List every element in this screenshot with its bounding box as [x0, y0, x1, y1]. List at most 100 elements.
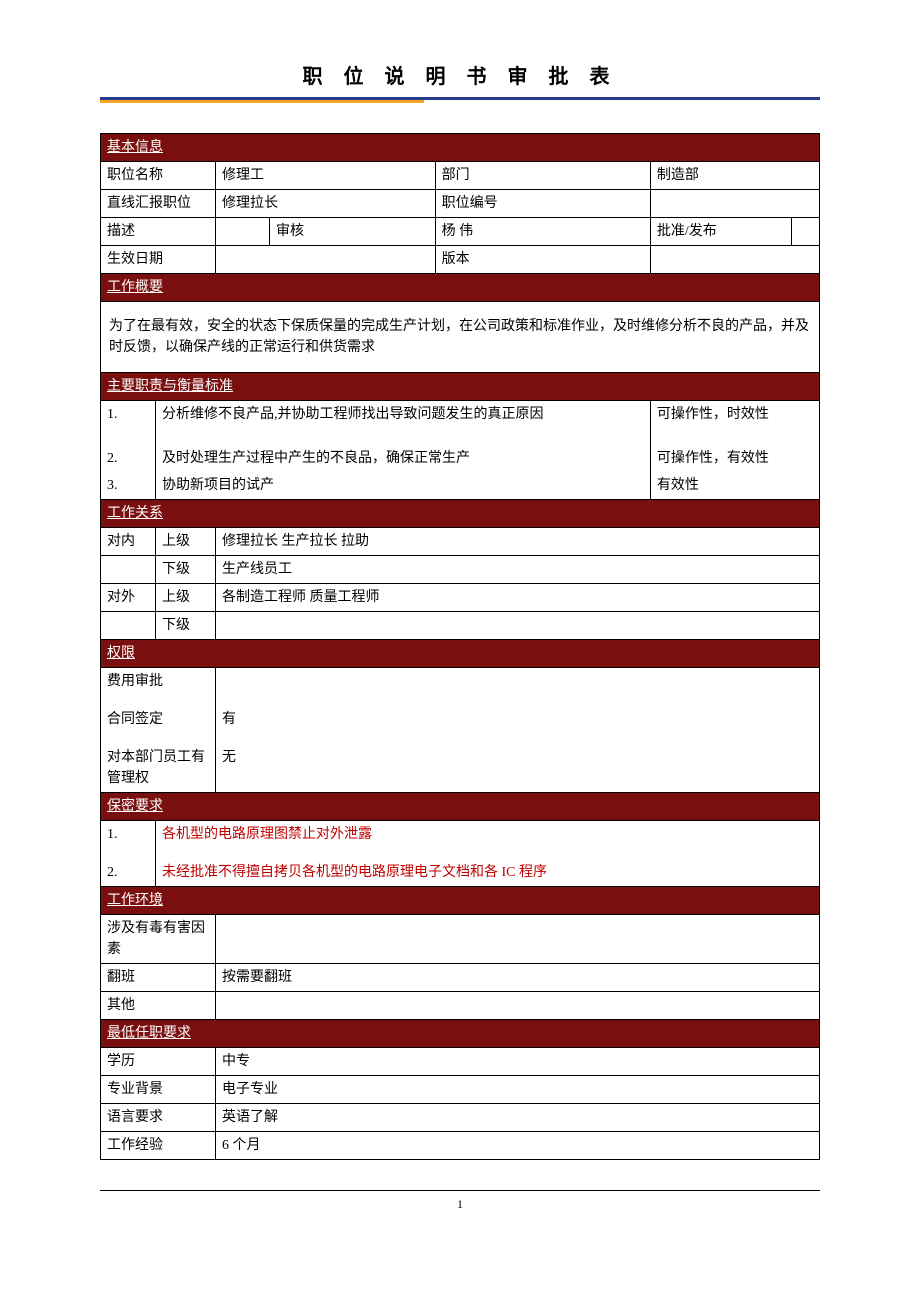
table-row: 下级: [101, 612, 820, 640]
resp-metric: 有效性: [650, 472, 819, 500]
conf-text: 各机型的电路原理图禁止对外泄露: [156, 821, 820, 849]
conf-text: 未经批准不得擅自拷贝各机型的电路原理电子文档和各 IC 程序: [156, 848, 820, 887]
section-header-resp: 主要职责与衡量标准: [101, 373, 820, 401]
table-row: 下级 生产线员工: [101, 556, 820, 584]
table-row: 合同签定 有: [101, 695, 820, 733]
divider-orange: [100, 100, 424, 103]
main-table: 基本信息 职位名称 修理工 部门 制造部 直线汇报职位 修理拉长 职位编号 描述…: [100, 133, 820, 1160]
label-effdate: 生效日期: [101, 246, 216, 274]
value-department: 制造部: [650, 162, 819, 190]
relation-subordinate: 下级: [156, 612, 216, 640]
table-row: 翻班 按需要翻班: [101, 964, 820, 992]
table-row: 语言要求 英语了解: [101, 1104, 820, 1132]
env-shift-label: 翻班: [101, 964, 216, 992]
value-posno: [650, 190, 819, 218]
value-effdate: [216, 246, 436, 274]
table-row: 专业背景 电子专业: [101, 1076, 820, 1104]
section-header-basic: 基本信息: [101, 134, 820, 162]
minreq-exp-value: 6 个月: [216, 1132, 820, 1160]
table-row: 1. 分析维修不良产品,并协助工程师找出导致问题发生的真正原因 可操作性，时效性: [101, 401, 820, 429]
table-row: 学历 中专: [101, 1048, 820, 1076]
resp-metric: 可操作性，时效性: [650, 401, 819, 429]
authority-contract-label: 合同签定: [101, 695, 216, 733]
resp-text: 及时处理生产过程中产生的不良品，确保正常生产: [156, 428, 651, 472]
table-row: 描述 审核 杨 伟 批准/发布: [101, 218, 820, 246]
relation-internal-sub: 生产线员工: [216, 556, 820, 584]
authority-manage-value: 无: [216, 733, 820, 793]
table-row: 1. 各机型的电路原理图禁止对外泄露: [101, 821, 820, 849]
section-header-confidential: 保密要求: [101, 793, 820, 821]
label-approve: 批准/发布: [650, 218, 791, 246]
env-hazard-label: 涉及有毒有害因素: [101, 915, 216, 964]
cell-empty: [101, 556, 156, 584]
table-row: 费用审批: [101, 668, 820, 696]
env-hazard-value: [216, 915, 820, 964]
title-divider: [100, 97, 820, 103]
value-report: 修理拉长: [216, 190, 436, 218]
relation-superior: 上级: [156, 584, 216, 612]
label-version: 版本: [435, 246, 650, 274]
env-other-label: 其他: [101, 992, 216, 1020]
page-number: 1: [457, 1197, 463, 1211]
value-desc: [216, 218, 270, 246]
env-other-value: [216, 992, 820, 1020]
conf-num: 1.: [101, 821, 156, 849]
resp-metric: 可操作性，有效性: [650, 428, 819, 472]
resp-num: 3.: [101, 472, 156, 500]
page-footer: 1: [100, 1190, 820, 1212]
authority-manage-label: 对本部门员工有管理权: [101, 733, 216, 793]
resp-text: 分析维修不良产品,并协助工程师找出导致问题发生的真正原因: [156, 401, 651, 429]
label-report: 直线汇报职位: [101, 190, 216, 218]
value-version: [650, 246, 819, 274]
cell-empty: [101, 612, 156, 640]
env-shift-value: 按需要翻班: [216, 964, 820, 992]
value-position: 修理工: [216, 162, 436, 190]
table-row: 2. 未经批准不得擅自拷贝各机型的电路原理电子文档和各 IC 程序: [101, 848, 820, 887]
relation-external: 对外: [101, 584, 156, 612]
table-row: 对内 上级 修理拉长 生产拉长 拉助: [101, 528, 820, 556]
value-approve: [792, 218, 820, 246]
relation-subordinate: 下级: [156, 556, 216, 584]
table-row: 直线汇报职位 修理拉长 职位编号: [101, 190, 820, 218]
table-row: 2. 及时处理生产过程中产生的不良品，确保正常生产 可操作性，有效性: [101, 428, 820, 472]
table-row: 涉及有毒有害因素: [101, 915, 820, 964]
page-title: 职 位 说 明 书 审 批 表: [100, 60, 820, 89]
table-row: 对本部门员工有管理权 无: [101, 733, 820, 793]
relation-external-sub: [216, 612, 820, 640]
authority-contract-value: 有: [216, 695, 820, 733]
table-row: 其他: [101, 992, 820, 1020]
table-row: 对外 上级 各制造工程师 质量工程师: [101, 584, 820, 612]
resp-text: 协助新项目的试产: [156, 472, 651, 500]
label-desc: 描述: [101, 218, 216, 246]
relation-internal-sup: 修理拉长 生产拉长 拉助: [216, 528, 820, 556]
section-header-overview: 工作概要: [101, 274, 820, 302]
label-posno: 职位编号: [435, 190, 650, 218]
value-review: 杨 伟: [435, 218, 650, 246]
label-review: 审核: [270, 218, 436, 246]
authority-expense-value: [216, 668, 820, 696]
table-row: 为了在最有效，安全的状态下保质保量的完成生产计划，在公司政策和标准作业，及时维修…: [101, 302, 820, 373]
conf-num: 2.: [101, 848, 156, 887]
minreq-exp-label: 工作经验: [101, 1132, 216, 1160]
label-position: 职位名称: [101, 162, 216, 190]
table-row: 职位名称 修理工 部门 制造部: [101, 162, 820, 190]
minreq-edu-value: 中专: [216, 1048, 820, 1076]
table-row: 生效日期 版本: [101, 246, 820, 274]
relation-internal: 对内: [101, 528, 156, 556]
overview-text: 为了在最有效，安全的状态下保质保量的完成生产计划，在公司政策和标准作业，及时维修…: [101, 302, 820, 373]
resp-num: 1.: [101, 401, 156, 429]
relation-external-sup: 各制造工程师 质量工程师: [216, 584, 820, 612]
authority-expense-label: 费用审批: [101, 668, 216, 696]
minreq-bg-label: 专业背景: [101, 1076, 216, 1104]
minreq-lang-label: 语言要求: [101, 1104, 216, 1132]
table-row: 工作经验 6 个月: [101, 1132, 820, 1160]
table-row: 3. 协助新项目的试产 有效性: [101, 472, 820, 500]
minreq-bg-value: 电子专业: [216, 1076, 820, 1104]
minreq-lang-value: 英语了解: [216, 1104, 820, 1132]
relation-superior: 上级: [156, 528, 216, 556]
section-header-minreq: 最低任职要求: [101, 1020, 820, 1048]
section-header-authority: 权限: [101, 640, 820, 668]
resp-num: 2.: [101, 428, 156, 472]
label-department: 部门: [435, 162, 650, 190]
section-header-relation: 工作关系: [101, 500, 820, 528]
